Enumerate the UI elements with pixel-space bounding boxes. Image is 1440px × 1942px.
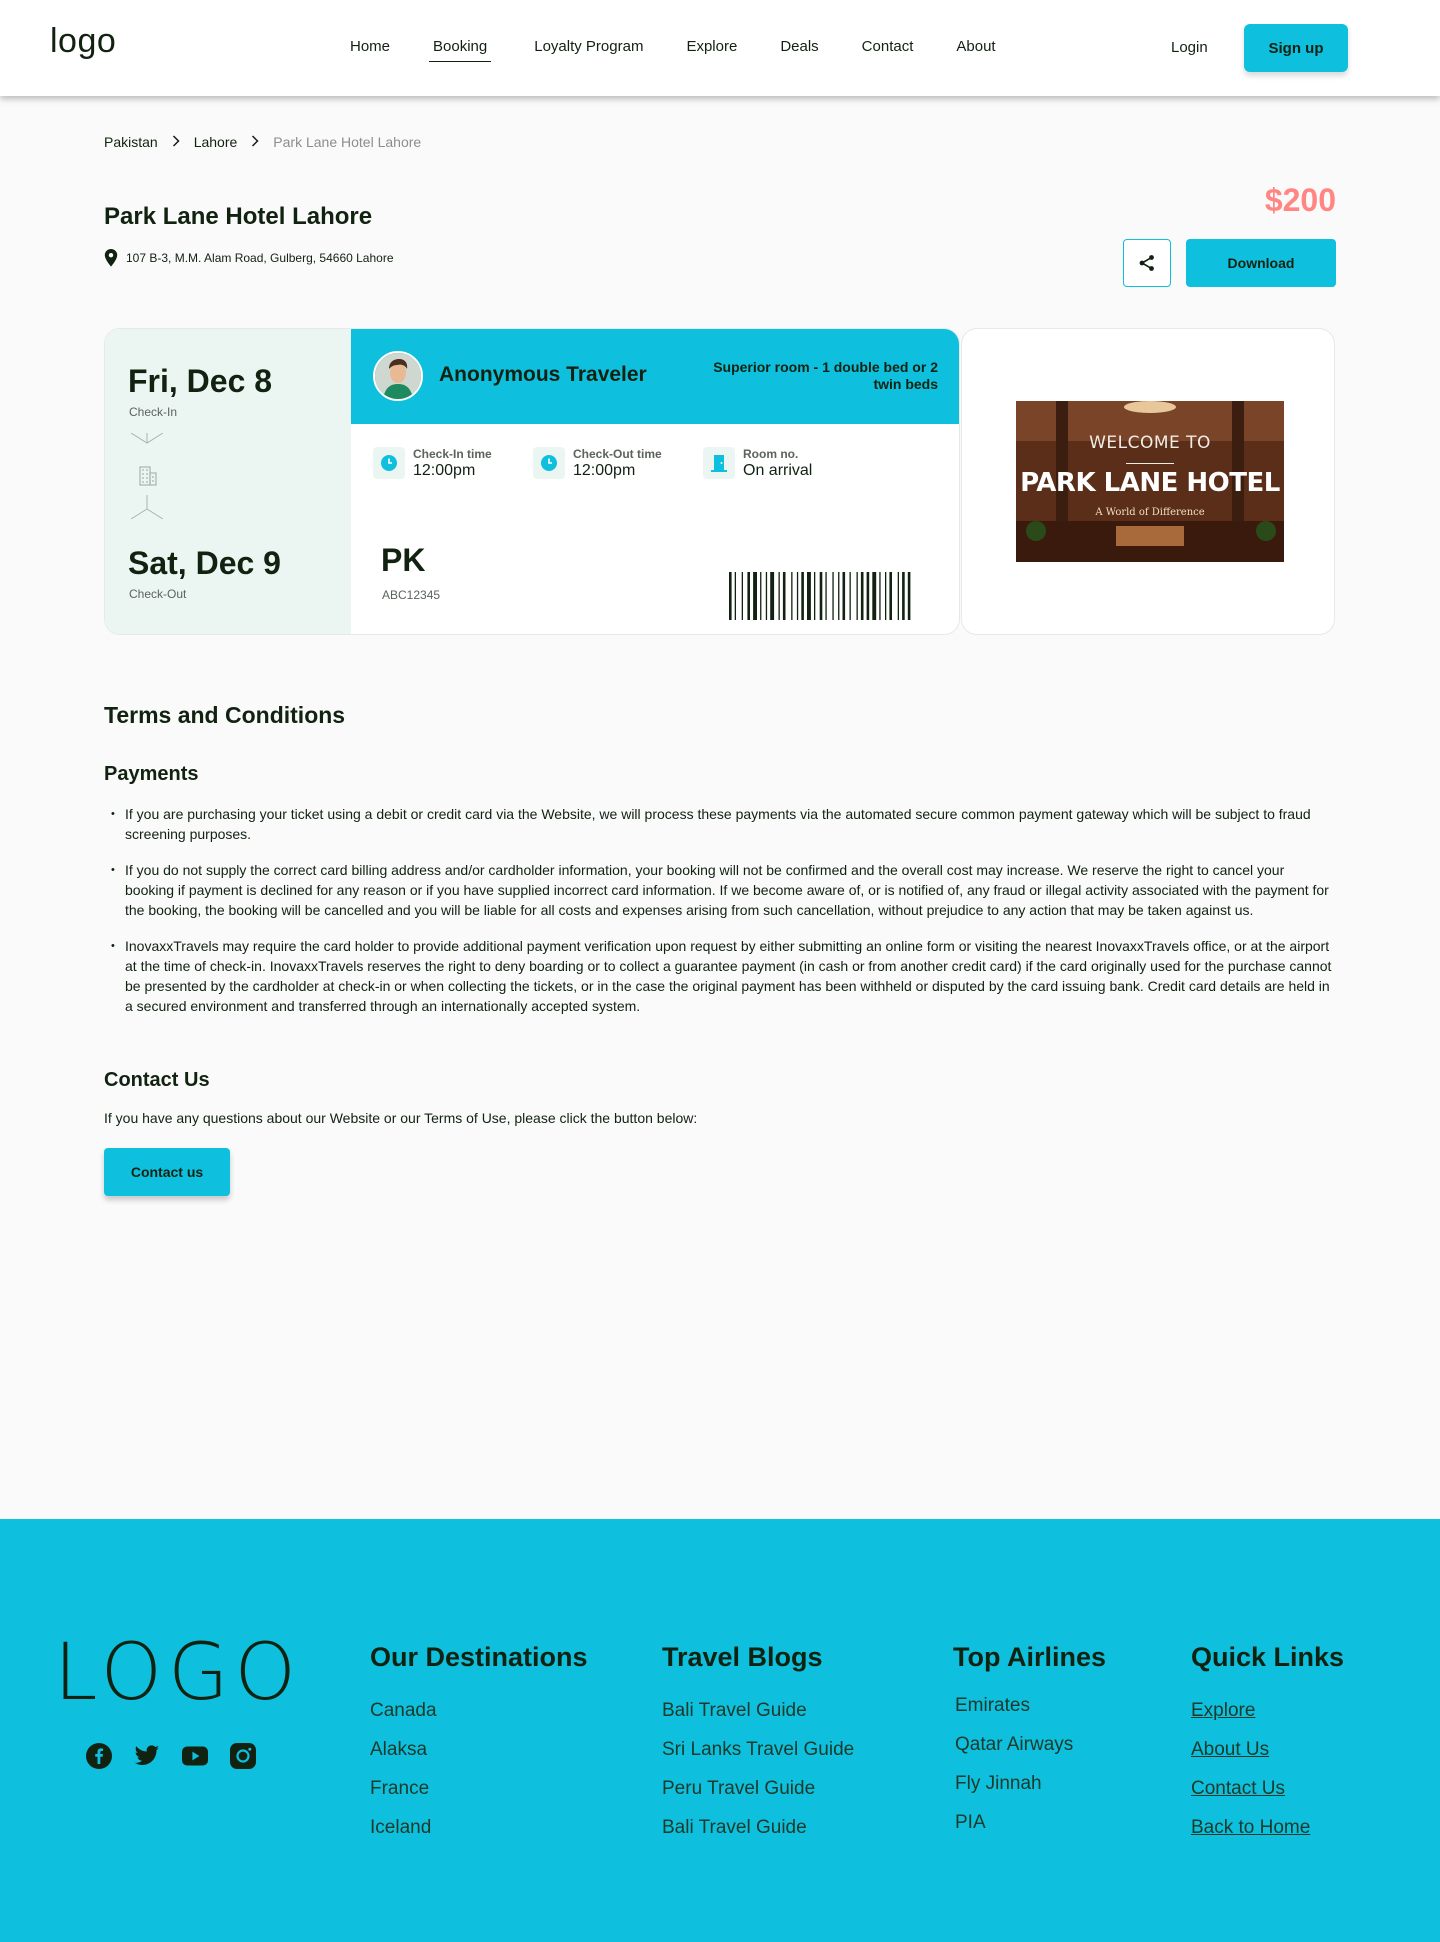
checkout-label: Check-Out <box>129 587 187 601</box>
share-button[interactable] <box>1123 239 1171 287</box>
footer-link[interactable]: Qatar Airways <box>955 1733 1106 1756</box>
footer-link-contact-us[interactable]: Contact Us <box>1191 1777 1344 1800</box>
footer-travel-blogs: Travel Blogs Bali Travel Guide Sri Lanks… <box>662 1642 854 1855</box>
breadcrumb-lahore[interactable]: Lahore <box>194 134 238 150</box>
chevron-right-icon <box>172 134 180 150</box>
nav-deals[interactable]: Deals <box>780 38 818 62</box>
booking-code: PK <box>381 542 426 578</box>
footer-link[interactable]: Sri Lanks Travel Guide <box>662 1738 854 1761</box>
footer-quick-links-title: Quick Links <box>1191 1642 1345 1672</box>
nav-explore[interactable]: Explore <box>686 38 737 62</box>
booking-reference: ABC12345 <box>382 588 441 602</box>
footer-link[interactable]: Canada <box>370 1699 588 1722</box>
list-item: If you are purchasing your ticket using … <box>104 804 1336 844</box>
clock-icon <box>533 447 565 479</box>
nav-booking[interactable]: Booking <box>429 38 492 62</box>
checkout-time-value: 12:00pm <box>573 462 636 479</box>
nav-contact[interactable]: Contact <box>862 38 914 62</box>
footer-link[interactable]: France <box>370 1777 588 1800</box>
clock-icon <box>373 447 405 479</box>
signup-button[interactable]: Sign up <box>1244 24 1348 72</box>
breadcrumb: Pakistan Lahore Park Lane Hotel Lahore <box>104 134 421 150</box>
footer-airlines-title: Top Airlines <box>953 1642 1107 1672</box>
footer-link[interactable]: PIA <box>955 1811 1106 1834</box>
room-number-info: Room no. On arrival <box>703 447 812 481</box>
barcode <box>729 572 911 620</box>
room-type: Superior room - 1 double bed or 2 twin b… <box>713 359 938 392</box>
payments-title: Payments <box>104 763 199 785</box>
nav-about[interactable]: About <box>956 38 995 62</box>
footer-link[interactable]: Bali Travel Guide <box>662 1699 854 1722</box>
nav-loyalty-program[interactable]: Loyalty Program <box>534 38 643 62</box>
footer-link-back-to-home[interactable]: Back to Home <box>1191 1816 1344 1839</box>
contact-us-title: Contact Us <box>104 1069 210 1091</box>
checkout-time-label: Check-Out time <box>573 447 662 461</box>
breadcrumb-pakistan[interactable]: Pakistan <box>104 134 158 150</box>
site-logo[interactable]: logo <box>50 22 116 61</box>
terms-title: Terms and Conditions <box>104 702 346 728</box>
checkin-date: Fri, Dec 8 <box>128 363 273 399</box>
facebook-icon[interactable] <box>86 1743 112 1769</box>
footer-blogs-title: Travel Blogs <box>662 1642 823 1672</box>
ticket-dates-panel: Fri, Dec 8 Check-In Sat, Dec 9 Check-Out <box>105 329 351 634</box>
footer-link[interactable]: Bali Travel Guide <box>662 1816 854 1839</box>
photo-welcome-text: WELCOME TO <box>1089 433 1211 453</box>
footer-logo[interactable]: LOGO <box>54 1634 302 1712</box>
youtube-icon[interactable] <box>182 1743 208 1769</box>
ticket-header: Anonymous Traveler Superior room - 1 dou… <box>351 329 959 424</box>
nav-home[interactable]: Home <box>350 38 390 62</box>
checkin-time-value: 12:00pm <box>413 462 476 479</box>
door-icon <box>703 447 735 479</box>
room-number-label: Room no. <box>743 447 799 461</box>
footer-link[interactable]: Iceland <box>370 1816 588 1839</box>
login-link[interactable]: Login <box>1171 39 1208 56</box>
footer-destinations-title: Our Destinations <box>370 1642 588 1672</box>
address-text: 107 B-3, M.M. Alam Road, Gulberg, 54660 … <box>126 251 394 265</box>
traveler-name: Anonymous Traveler <box>439 363 647 386</box>
location-pin-icon <box>104 249 118 267</box>
hotel-photo-card: WELCOME TO PARK LANE HOTEL A World of Di… <box>961 328 1335 635</box>
breadcrumb-current: Park Lane Hotel Lahore <box>273 134 422 150</box>
price: $200 <box>1264 182 1336 218</box>
footer-destinations: Our Destinations Canada Alaksa France Ic… <box>370 1642 588 1855</box>
footer-link-about-us[interactable]: About Us <box>1191 1738 1344 1761</box>
contact-us-button[interactable]: Contact us <box>104 1148 230 1196</box>
photo-divider <box>1126 463 1174 464</box>
stay-timeline-icon <box>130 433 164 519</box>
booking-ticket: Fri, Dec 8 Check-In Sat, Dec 9 Check-Out… <box>104 328 960 635</box>
footer-link-explore[interactable]: Explore <box>1191 1699 1344 1722</box>
hotel-address: 107 B-3, M.M. Alam Road, Gulberg, 54660 … <box>104 249 394 267</box>
list-item: InovaxxTravels may require the card hold… <box>104 936 1336 1016</box>
footer-top-airlines: Top Airlines Emirates Qatar Airways Fly … <box>953 1642 1106 1850</box>
list-item: If you do not supply the correct card bi… <box>104 860 1336 920</box>
checkin-label: Check-In <box>129 405 178 419</box>
share-icon <box>1139 255 1154 271</box>
main-nav: Home Booking Loyalty Program Explore Dea… <box>350 38 1039 62</box>
site-header: logo Home Booking Loyalty Program Explor… <box>0 0 1440 96</box>
social-links <box>86 1743 256 1769</box>
download-button[interactable]: Download <box>1186 239 1336 287</box>
hotel-photo: WELCOME TO PARK LANE HOTEL A World of Di… <box>1016 401 1284 562</box>
footer-link[interactable]: Peru Travel Guide <box>662 1777 854 1800</box>
checkout-time-info: Check-Out time 12:00pm <box>533 447 662 481</box>
instagram-icon[interactable] <box>230 1743 256 1769</box>
contact-us-text: If you have any questions about our Webs… <box>104 1110 698 1126</box>
chevron-right-icon <box>251 134 259 150</box>
room-number-value: On arrival <box>743 462 813 479</box>
checkin-time-info: Check-In time 12:00pm <box>373 447 492 481</box>
footer-link[interactable]: Alaksa <box>370 1738 588 1761</box>
footer-quick-links: Quick Links Explore About Us Contact Us … <box>1191 1642 1344 1855</box>
twitter-icon[interactable] <box>134 1743 160 1769</box>
payment-terms-list: If you are purchasing your ticket using … <box>104 804 1336 1032</box>
page-title: Park Lane Hotel Lahore <box>104 203 373 230</box>
avatar <box>373 351 423 401</box>
checkout-date: Sat, Dec 9 <box>128 545 281 581</box>
site-footer: LOGO Our Destinations Canada Alaksa Fran… <box>0 1519 1440 1942</box>
photo-tagline: A World of Difference <box>1095 507 1205 518</box>
photo-hotel-name: PARK LANE HOTEL <box>1020 468 1280 498</box>
footer-link[interactable]: Emirates <box>955 1694 1106 1717</box>
checkin-time-label: Check-In time <box>413 447 492 461</box>
footer-link[interactable]: Fly Jinnah <box>955 1772 1106 1795</box>
